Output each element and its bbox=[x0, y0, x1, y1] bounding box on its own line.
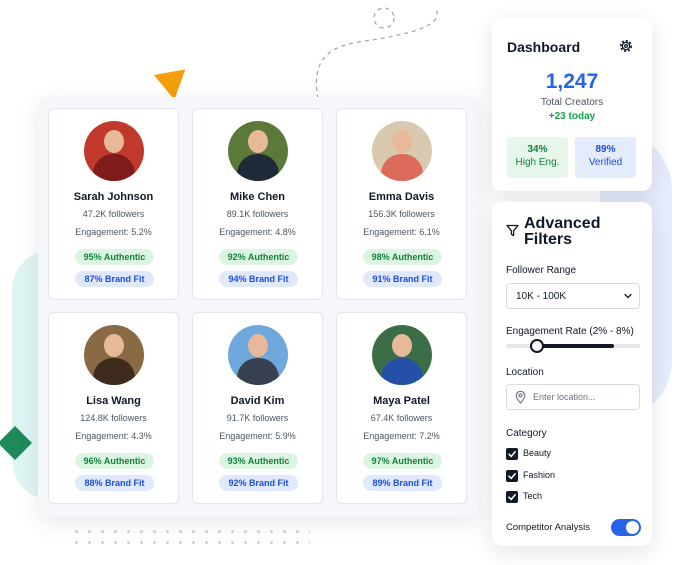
creator-name: Mike Chen bbox=[229, 191, 285, 203]
dot-grid-decoration bbox=[70, 526, 310, 548]
avatar bbox=[228, 121, 288, 181]
creator-followers: 91.7K followers bbox=[226, 413, 289, 423]
creator-engagement: Engagement: 5.2% bbox=[75, 227, 152, 237]
toggle-knob bbox=[626, 521, 639, 534]
location-input[interactable] bbox=[533, 388, 633, 406]
dashed-curve-decoration bbox=[315, 7, 438, 100]
avatar bbox=[228, 325, 288, 385]
authentic-badge: 95% Authentic bbox=[75, 249, 154, 265]
dashboard-widget: Dashboard 1,247 Total Creators +23 today… bbox=[492, 18, 652, 191]
total-creators-label: Total Creators bbox=[540, 97, 604, 108]
creator-name: Lisa Wang bbox=[86, 395, 141, 407]
avatar bbox=[372, 325, 432, 385]
competitor-analysis-toggle[interactable] bbox=[611, 519, 641, 536]
location-field[interactable] bbox=[506, 384, 640, 410]
authentic-badge: 97% Authentic bbox=[363, 453, 442, 469]
brand-fit-badge: 91% Brand Fit bbox=[363, 271, 442, 287]
brand-fit-badge: 94% Brand Fit bbox=[219, 271, 298, 287]
avatar bbox=[84, 325, 144, 385]
creator-card[interactable]: Maya Patel 67.4K followers Engagement: 7… bbox=[336, 312, 467, 504]
total-creators-value: 1,247 bbox=[545, 70, 599, 93]
creator-card[interactable]: Sarah Johnson 47.2K followers Engagement… bbox=[48, 108, 179, 300]
creator-engagement: Engagement: 6.1% bbox=[363, 227, 440, 237]
advanced-filters-panel: Advanced Filters Follower Range 10K - 10… bbox=[492, 202, 652, 546]
creator-card[interactable]: David Kim 91.7K followers Engagement: 5.… bbox=[192, 312, 323, 504]
stat-label: Verified bbox=[588, 157, 623, 168]
creator-followers: 47.2K followers bbox=[82, 209, 145, 219]
filters-title: Advanced Filters bbox=[524, 215, 601, 248]
creator-followers: 124.8K followers bbox=[80, 413, 147, 423]
location-pin-icon bbox=[515, 391, 526, 404]
authentic-badge: 96% Authentic bbox=[75, 453, 154, 469]
checkbox-label: Beauty bbox=[523, 448, 552, 458]
creator-name: David Kim bbox=[230, 395, 285, 407]
follower-range-value: 10K - 100K bbox=[516, 291, 567, 302]
creator-followers: 156.3K followers bbox=[368, 209, 435, 219]
daily-delta: +23 today bbox=[548, 111, 596, 122]
brand-fit-badge: 88% Brand Fit bbox=[75, 475, 154, 491]
checkbox[interactable] bbox=[506, 491, 518, 503]
chevron-down-icon bbox=[624, 293, 632, 299]
authentic-badge: 93% Authentic bbox=[219, 453, 298, 469]
brand-fit-badge: 92% Brand Fit bbox=[219, 475, 298, 491]
location-label: Location bbox=[506, 367, 544, 378]
follower-range-select[interactable]: 10K - 100K bbox=[506, 283, 640, 309]
dashboard-title: Dashboard bbox=[507, 39, 581, 55]
creator-name: Emma Davis bbox=[368, 191, 435, 203]
gear-icon[interactable] bbox=[618, 38, 634, 54]
engagement-slider-handle[interactable] bbox=[530, 339, 544, 353]
checkbox[interactable] bbox=[506, 470, 518, 482]
checkbox-label: Tech bbox=[523, 491, 543, 501]
avatar bbox=[372, 121, 432, 181]
category-label: Category bbox=[506, 428, 547, 439]
engagement-rate-label: Engagement Rate (2% - 8%) bbox=[506, 326, 634, 337]
creator-followers: 89.1K followers bbox=[226, 209, 289, 219]
stat-value: 34% bbox=[527, 144, 548, 155]
creator-name: Maya Patel bbox=[373, 395, 430, 407]
competitor-analysis-label: Competitor Analysis bbox=[506, 522, 590, 533]
creator-card[interactable]: Lisa Wang 124.8K followers Engagement: 4… bbox=[48, 312, 179, 504]
creator-followers: 67.4K followers bbox=[370, 413, 433, 423]
stat-label: High Eng. bbox=[515, 157, 560, 168]
verified-stat: 89% Verified bbox=[575, 137, 636, 178]
brand-fit-badge: 87% Brand Fit bbox=[75, 271, 154, 287]
checkbox[interactable] bbox=[506, 448, 518, 460]
authentic-badge: 98% Authentic bbox=[363, 249, 442, 265]
creator-engagement: Engagement: 4.8% bbox=[219, 227, 296, 237]
creator-grid: Sarah Johnson 47.2K followers Engagement… bbox=[38, 97, 479, 517]
creator-card[interactable]: Mike Chen 89.1K followers Engagement: 4.… bbox=[192, 108, 323, 300]
stat-value: 89% bbox=[595, 144, 616, 155]
high-engagement-stat: 34% High Eng. bbox=[507, 137, 568, 178]
filter-icon bbox=[506, 224, 519, 237]
authentic-badge: 92% Authentic bbox=[219, 249, 298, 265]
creator-engagement: Engagement: 7.2% bbox=[363, 431, 440, 441]
avatar bbox=[84, 121, 144, 181]
checkbox-label: Fashion bbox=[523, 470, 556, 480]
creator-engagement: Engagement: 5.9% bbox=[219, 431, 296, 441]
creator-name: Sarah Johnson bbox=[73, 191, 154, 203]
brand-fit-badge: 89% Brand Fit bbox=[363, 475, 442, 491]
follower-range-label: Follower Range bbox=[506, 265, 577, 276]
creator-card[interactable]: Emma Davis 156.3K followers Engagement: … bbox=[336, 108, 467, 300]
creator-engagement: Engagement: 4.3% bbox=[75, 431, 152, 441]
